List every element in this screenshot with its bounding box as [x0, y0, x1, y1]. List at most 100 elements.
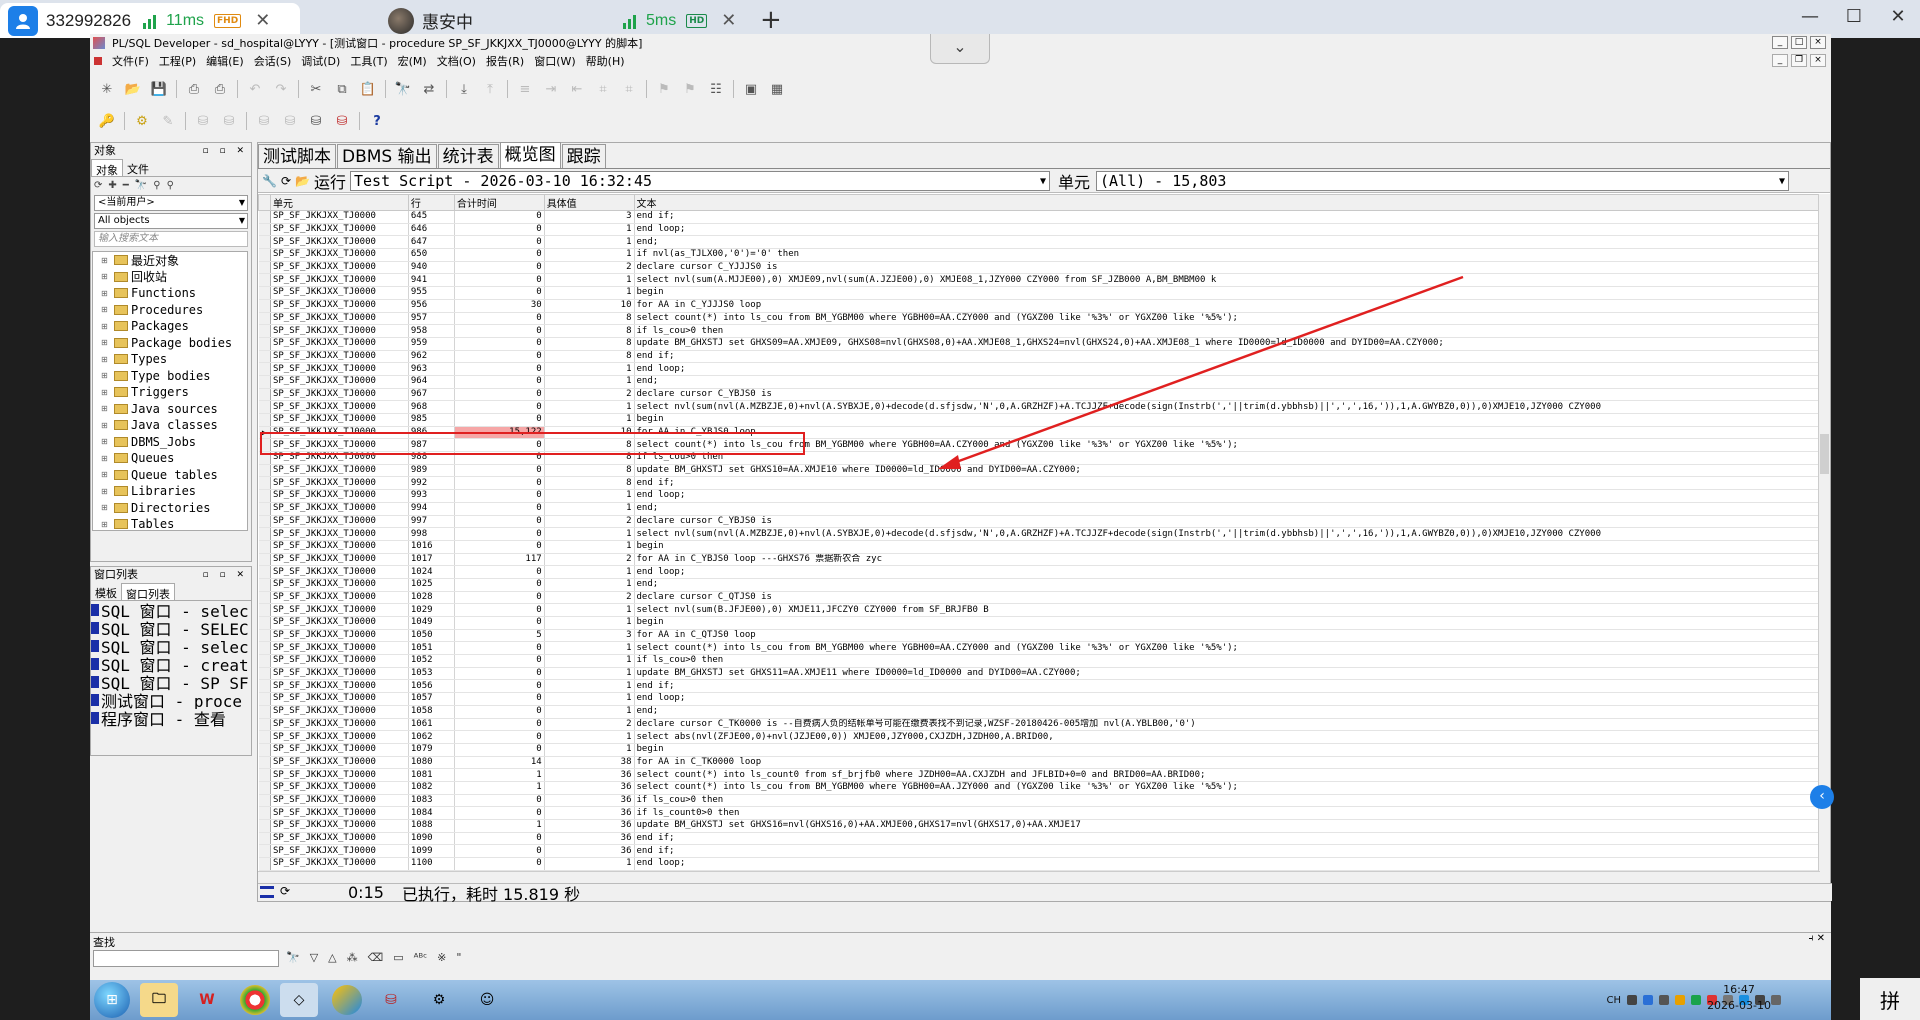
- table-row[interactable]: SP_SF_JKKJXX_TJ0000 1082 1 36 select count(*…: [258, 781, 1820, 795]
- row-indicator[interactable]: [258, 591, 271, 605]
- tree-item[interactable]: ⊞ Queue tables: [93, 467, 247, 484]
- row-indicator[interactable]: [258, 273, 271, 288]
- table-row[interactable]: SP_SF_JKKJXX_TJ0000 1084 0 36 if ls_count0>0…: [258, 806, 1820, 820]
- expand-icon[interactable]: ⊞: [101, 322, 110, 331]
- row-indicator[interactable]: [258, 730, 271, 744]
- filter-icon[interactable]: ⚲: [153, 180, 160, 191]
- row-indicator[interactable]: [258, 629, 271, 643]
- row-indicator[interactable]: [258, 781, 271, 795]
- maximize-icon[interactable]: ☐: [1832, 0, 1876, 34]
- table-row[interactable]: SP_SF_JKKJXX_TJ0000 958 0 8 if ls_cou>0 then: [258, 324, 1820, 338]
- remove-icon[interactable]: ━: [123, 180, 129, 191]
- row-indicator[interactable]: [258, 654, 271, 668]
- column-header-text[interactable]: 文本: [633, 194, 1820, 211]
- close-icon[interactable]: ×: [1810, 36, 1826, 49]
- expand-icon[interactable]: ⊞: [101, 520, 110, 529]
- database-icon[interactable]: ⛁: [372, 983, 410, 1017]
- row-indicator[interactable]: [258, 375, 271, 389]
- user-icon[interactable]: ☺: [468, 983, 506, 1017]
- tree-item[interactable]: ⊞ Package bodies: [93, 335, 247, 352]
- save-icon[interactable]: 💾: [150, 80, 168, 98]
- abc-icon[interactable]: ᴬᴮᶜ: [414, 951, 428, 964]
- row-indicator[interactable]: [258, 705, 271, 719]
- table-row[interactable]: SP_SF_JKKJXX_TJ0000 1028 0 2 declare cursor …: [258, 591, 1820, 605]
- column-header-line[interactable]: 行: [407, 194, 455, 211]
- table-row[interactable]: SP_SF_JKKJXX_TJ0000 940 0 2 declare cursor C…: [258, 261, 1820, 275]
- filter-edit-icon[interactable]: ⚲: [167, 180, 174, 191]
- table-row[interactable]: SP_SF_JKKJXX_TJ0000 987 0 8 select count(*) …: [258, 438, 1820, 453]
- tree-item[interactable]: ⊞ Queues: [93, 450, 247, 467]
- row-indicator[interactable]: [258, 413, 271, 427]
- start-button[interactable]: ⊞: [94, 982, 130, 1018]
- row-indicator[interactable]: [258, 806, 271, 820]
- tree-item[interactable]: ⊞ Java sources: [93, 401, 247, 418]
- tree-item[interactable]: ⊞ Type bodies: [93, 368, 247, 385]
- tree-item[interactable]: ⊞ Libraries: [93, 483, 247, 500]
- expand-icon[interactable]: ⊞: [101, 272, 110, 281]
- expand-icon[interactable]: ⊞: [101, 289, 110, 298]
- panel-controls[interactable]: ▫ ▫ ✕: [203, 568, 248, 583]
- tree-item[interactable]: ⊞ 回收站: [93, 269, 247, 286]
- cut-icon[interactable]: ✂: [307, 80, 325, 98]
- table-row[interactable]: SP_SF_JKKJXX_TJ0000 647 0 1 end;: [258, 235, 1820, 250]
- table-row[interactable]: SP_SF_JKKJXX_TJ0000 1100 0 1 end loop;: [258, 857, 1820, 871]
- tab-files[interactable]: 文件: [123, 159, 153, 176]
- tray-icon[interactable]: [1659, 995, 1669, 1005]
- mdi-restore-icon[interactable]: ❐: [1791, 54, 1807, 67]
- row-indicator[interactable]: [258, 756, 271, 770]
- tab-objects[interactable]: 对象: [91, 159, 123, 177]
- refresh-icon[interactable]: ⟳: [280, 884, 290, 898]
- row-indicator[interactable]: [258, 235, 271, 250]
- table-row[interactable]: SP_SF_JKKJXX_TJ0000 1057 0 1 end loop;: [258, 692, 1820, 706]
- table-row[interactable]: SP_SF_JKKJXX_TJ0000 1024 0 1 end loop;: [258, 565, 1820, 579]
- unindent-icon[interactable]: ⇤: [568, 80, 586, 98]
- table-row[interactable]: SP_SF_JKKJXX_TJ0000 1090 0 36 end if;: [258, 832, 1820, 846]
- table-row[interactable]: SP_SF_JKKJXX_TJ0000 1062 0 1 select abs(nvl(…: [258, 730, 1820, 744]
- expand-icon[interactable]: ⊞: [101, 355, 110, 364]
- open-icon[interactable]: 📂: [124, 80, 142, 98]
- bookmark-icon[interactable]: ⚑: [655, 80, 673, 98]
- tab-statistics[interactable]: 统计表: [437, 144, 499, 168]
- table-row[interactable]: SP_SF_JKKJXX_TJ0000 963 0 1 end loop;: [258, 362, 1820, 376]
- table-row[interactable]: SP_SF_JKKJXX_TJ0000 957 0 8 select count(*) …: [258, 312, 1820, 326]
- highlight-icon[interactable]: ⁂: [347, 951, 358, 964]
- table-row[interactable]: ▶ SP_SF_JKKJXX_TJ0000 986 15,122 10 for AA in…: [258, 426, 1820, 440]
- clock[interactable]: 16:47 2026-03-10: [1707, 982, 1771, 1014]
- volume-icon[interactable]: [1771, 995, 1781, 1005]
- expand-icon[interactable]: ⊞: [101, 503, 110, 512]
- table-row[interactable]: SP_SF_JKKJXX_TJ0000 956 30 10 for AA in C_YJ…: [258, 299, 1820, 313]
- row-indicator[interactable]: [258, 794, 271, 808]
- rollback-icon[interactable]: ⛁: [220, 112, 238, 130]
- minimize-icon[interactable]: _: [1772, 36, 1788, 49]
- paste-icon[interactable]: 📋: [359, 80, 377, 98]
- table-row[interactable]: SP_SF_JKKJXX_TJ0000 1056 0 1 end if;: [258, 679, 1820, 694]
- table-row[interactable]: SP_SF_JKKJXX_TJ0000 1083 0 36 if ls_cou>0 th…: [258, 794, 1820, 808]
- tab-test-script[interactable]: 测试脚本: [258, 144, 336, 168]
- row-indicator[interactable]: [258, 324, 271, 338]
- list-item[interactable]: SQL 窗口 - selec: [91, 601, 251, 619]
- help-icon[interactable]: [1643, 995, 1653, 1005]
- row-indicator[interactable]: ▶: [258, 426, 271, 440]
- quote-icon[interactable]: ": [456, 951, 461, 964]
- format-icon[interactable]: ≡: [516, 80, 534, 98]
- expand-icon[interactable]: ⊞: [101, 371, 110, 380]
- find-prev-icon[interactable]: △: [328, 951, 336, 964]
- row-indicator[interactable]: [258, 502, 271, 516]
- print-preview-icon[interactable]: ⎙: [211, 80, 229, 98]
- tree-item[interactable]: ⊞ Triggers: [93, 384, 247, 401]
- row-indicator[interactable]: [258, 299, 271, 313]
- find-next-icon[interactable]: ▽: [310, 951, 318, 964]
- row-indicator[interactable]: [258, 692, 271, 706]
- new-icon[interactable]: ✳: [98, 80, 116, 98]
- rd-tab-1[interactable]: 332992826 11ms FHD ✕: [0, 3, 300, 38]
- table-row[interactable]: SP_SF_JKKJXX_TJ0000 1050 5 3 for AA in C_QTJ…: [258, 629, 1820, 643]
- expand-icon[interactable]: ⊞: [101, 454, 110, 463]
- row-indicator[interactable]: [258, 578, 271, 592]
- row-indicator[interactable]: [258, 489, 271, 503]
- menu-file[interactable]: 文件(F): [112, 53, 149, 69]
- row-indicator[interactable]: [258, 286, 271, 300]
- chevron-left-icon[interactable]: ‹: [1810, 785, 1834, 809]
- find-icon[interactable]: 🔭: [394, 80, 412, 98]
- row-indicator[interactable]: [258, 312, 271, 326]
- panel-controls[interactable]: ▫ ▫ ✕: [203, 144, 248, 159]
